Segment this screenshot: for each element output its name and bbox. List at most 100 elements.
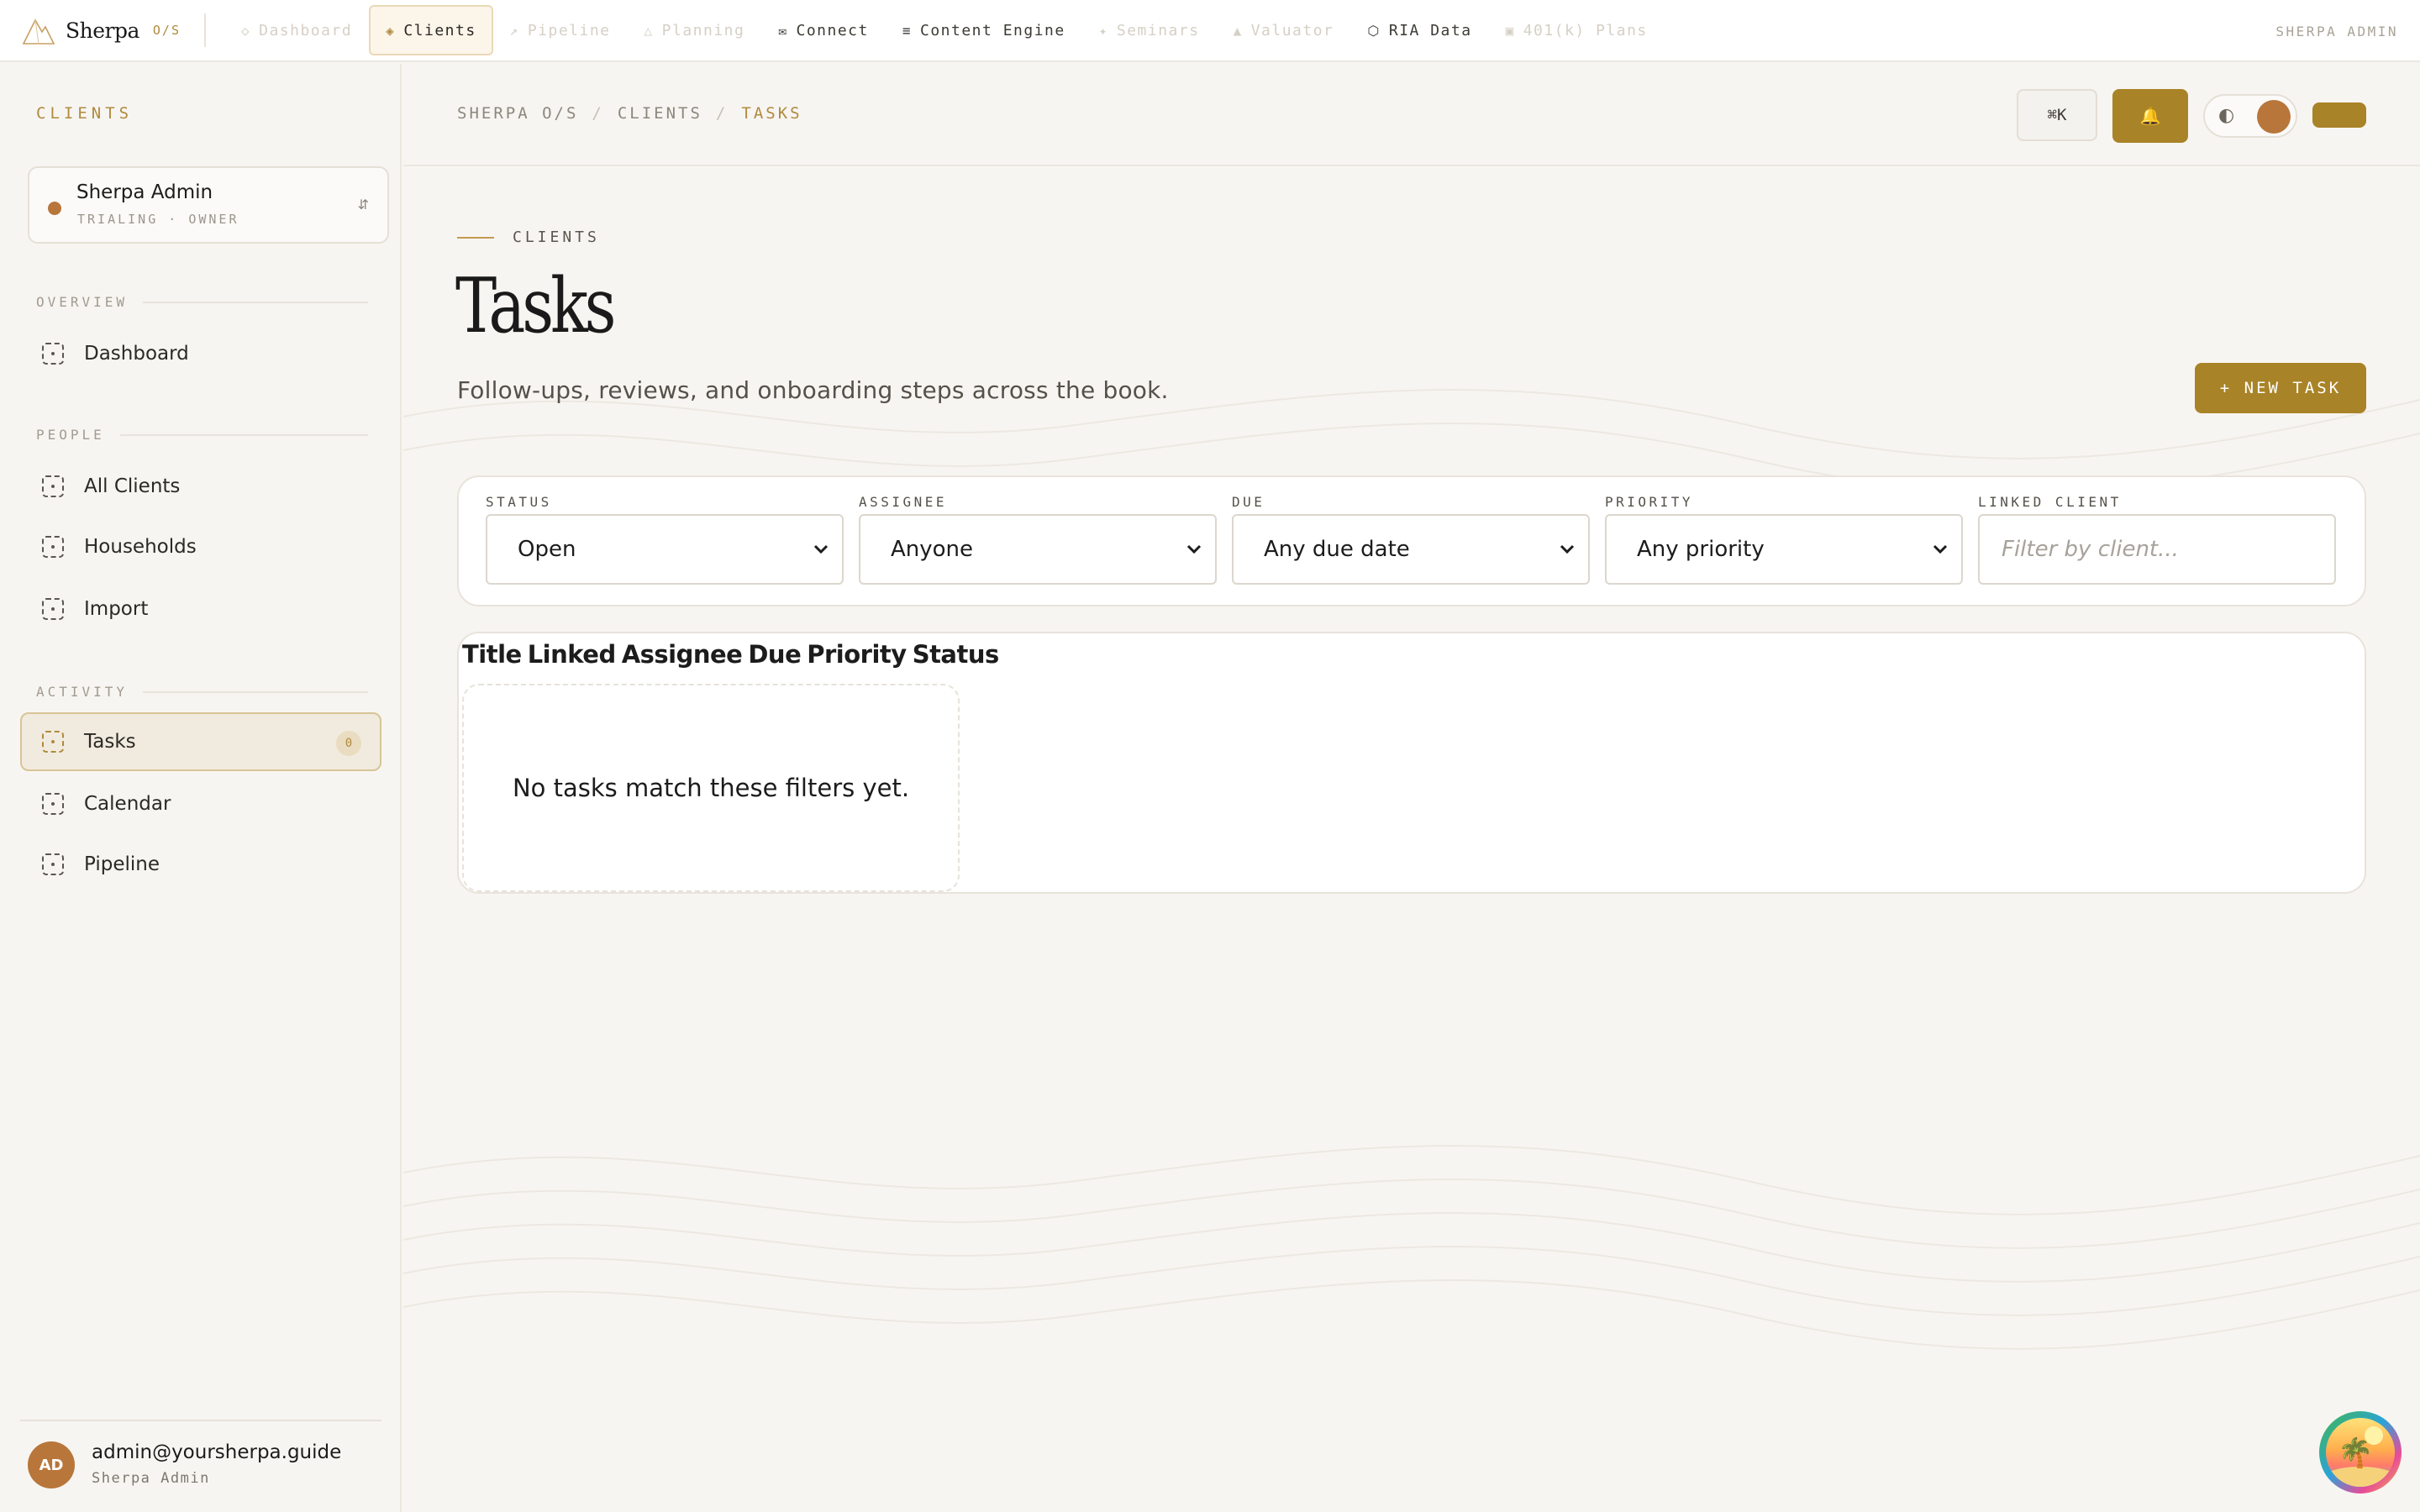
- user-name: Sherpa Admin: [92, 1470, 210, 1487]
- nav-item-pipeline[interactable]: ↗ Pipeline: [493, 5, 628, 55]
- avatar[interactable]: AD: [28, 1441, 75, 1488]
- nav-items: ◇ Dashboard ◈ Clients ↗ Pipeline △ Plann…: [224, 0, 1665, 61]
- select-value: Open: [518, 537, 576, 562]
- table-header: Title Linked Assignee Due Priority Statu…: [462, 640, 999, 669]
- org-switcher[interactable]: Sherpa Admin TRIALING · OWNER ⇵: [28, 166, 389, 244]
- notifications-button[interactable]: 🔔: [2112, 89, 2188, 143]
- command-palette-button[interactable]: ⌘K: [2017, 89, 2097, 141]
- nav-item-seminars[interactable]: ✦ Seminars: [1082, 5, 1217, 55]
- sidebar-item-households[interactable]: Households: [20, 517, 381, 576]
- square-icon: ▣: [1505, 22, 1515, 39]
- theme-toggle[interactable]: ◐: [2203, 94, 2297, 138]
- filter-label: PRIORITY: [1605, 494, 1694, 510]
- sidebar: CLIENTS Sherpa Admin TRIALING · OWNER ⇵ …: [0, 64, 402, 1512]
- linked-client-input[interactable]: Filter by client...: [1978, 514, 2336, 585]
- arrow-up-right-icon: ↗: [509, 22, 519, 39]
- user-email: admin@yoursherpa.guide: [92, 1441, 342, 1463]
- sidebar-item-dashboard[interactable]: Dashboard: [20, 324, 381, 383]
- assistant-launcher-button[interactable]: 🌴: [2319, 1411, 2402, 1494]
- due-select[interactable]: Any due date: [1232, 514, 1590, 585]
- filter-assignee: ASSIGNEE Anyone: [859, 494, 1217, 585]
- input-placeholder: Filter by client...: [2002, 537, 2179, 562]
- sidebar-item-all-clients[interactable]: All Clients: [20, 457, 381, 516]
- triangle-icon: △: [644, 22, 654, 39]
- chevron-down-icon: [1560, 544, 1575, 554]
- column-header-due[interactable]: Due: [748, 640, 801, 669]
- tasks-icon: [42, 731, 64, 753]
- chevron-down-icon: [1933, 544, 1948, 554]
- sidebar-item-pipeline[interactable]: Pipeline: [20, 835, 381, 894]
- sidebar-item-import[interactable]: Import: [20, 580, 381, 638]
- new-task-button[interactable]: + NEW TASK: [2195, 363, 2366, 413]
- bell-icon: 🔔: [2139, 106, 2161, 126]
- column-header-title[interactable]: Title: [462, 640, 522, 669]
- filter-status: STATUS Open: [486, 494, 844, 585]
- column-header-assignee[interactable]: Assignee: [622, 640, 743, 669]
- import-icon: [42, 598, 64, 620]
- breadcrumb-separator: /: [715, 104, 729, 123]
- nav-item-dashboard[interactable]: ◇ Dashboard: [224, 5, 369, 55]
- nav-item-valuator[interactable]: ▲ Valuator: [1217, 5, 1351, 55]
- hexagon-icon: ⬡: [1367, 22, 1381, 39]
- nav-item-ria-data[interactable]: ⬡ RIA Data: [1350, 5, 1488, 55]
- half-moon-icon: ◐: [2218, 105, 2235, 126]
- nav-item-clients[interactable]: ◈ Clients: [369, 5, 493, 55]
- breadcrumb: SHERPA O/S / CLIENTS / TASKS: [457, 104, 802, 123]
- nav-item-content-engine[interactable]: ≡ Content Engine: [886, 5, 1082, 55]
- section-overview: OVERVIEW: [36, 294, 368, 310]
- sidebar-item-label: Tasks: [84, 731, 136, 753]
- filters-panel: STATUS Open ASSIGNEE Anyone DUE Any due …: [457, 475, 2366, 606]
- select-value: Anyone: [891, 537, 974, 562]
- select-value: Any due date: [1264, 537, 1410, 562]
- envelope-icon: ✉: [778, 22, 788, 39]
- brand-suffix: O/S: [152, 23, 181, 38]
- accent-pill-button[interactable]: [2312, 102, 2366, 128]
- dashboard-icon: [42, 343, 64, 365]
- brand[interactable]: Sherpa O/S: [22, 0, 181, 61]
- status-select[interactable]: Open: [486, 514, 844, 585]
- nav-label: Content Engine: [920, 21, 1065, 39]
- nav-label: 401(k) Plans: [1523, 21, 1648, 39]
- sidebar-item-label: Import: [84, 598, 149, 620]
- lines-icon: ≡: [902, 22, 912, 39]
- tasks-count-badge: 0: [336, 731, 361, 756]
- sidebar-item-label: Dashboard: [84, 343, 189, 365]
- filter-priority: PRIORITY Any priority: [1605, 494, 1963, 585]
- nav-label: Dashboard: [259, 21, 353, 39]
- main-content: SHERPA O/S / CLIENTS / TASKS ⌘K 🔔 ◐ CLIE…: [403, 64, 2420, 1512]
- nav-label: Seminars: [1116, 21, 1200, 39]
- pipeline-icon: [42, 853, 64, 875]
- nav-label: RIA Data: [1388, 21, 1472, 39]
- column-header-priority[interactable]: Priority: [807, 640, 907, 669]
- sidebar-title: CLIENTS: [36, 104, 134, 123]
- nav-label: Pipeline: [527, 21, 611, 39]
- filter-label: ASSIGNEE: [859, 494, 948, 510]
- breadcrumb-clients[interactable]: CLIENTS: [618, 104, 702, 123]
- sparkle-icon: ✦: [1098, 22, 1108, 39]
- sidebar-item-calendar[interactable]: Calendar: [20, 774, 381, 833]
- diamond-icon: ◇: [240, 22, 251, 39]
- breadcrumb-root[interactable]: SHERPA O/S: [457, 104, 578, 123]
- mountain-icon: ▲: [1233, 22, 1243, 39]
- sidebar-item-label: Households: [84, 536, 197, 558]
- sidebar-item-label: All Clients: [84, 475, 181, 497]
- assignee-select[interactable]: Anyone: [859, 514, 1217, 585]
- nav-item-planning[interactable]: △ Planning: [628, 5, 762, 55]
- org-name: Sherpa Admin: [76, 181, 213, 203]
- nav-item-401k-plans[interactable]: ▣ 401(k) Plans: [1489, 5, 1665, 55]
- column-header-linked[interactable]: Linked: [528, 640, 617, 669]
- nav-label: Planning: [661, 21, 745, 39]
- chevron-down-icon: [813, 544, 829, 554]
- sidebar-item-tasks[interactable]: Tasks 0: [20, 712, 381, 771]
- column-header-status[interactable]: Status: [913, 640, 1000, 669]
- diamond-filled-icon: ◈: [386, 22, 396, 39]
- priority-select[interactable]: Any priority: [1605, 514, 1963, 585]
- chevron-down-icon: [1186, 544, 1202, 554]
- filter-label: DUE: [1232, 494, 1265, 510]
- nav-item-connect[interactable]: ✉ Connect: [761, 5, 886, 55]
- user-menu[interactable]: SHERPA ADMIN: [2275, 24, 2398, 39]
- brand-name: Sherpa: [66, 18, 139, 43]
- clients-icon: [42, 475, 64, 497]
- households-icon: [42, 536, 64, 558]
- empty-state: No tasks match these filters yet.: [462, 684, 960, 892]
